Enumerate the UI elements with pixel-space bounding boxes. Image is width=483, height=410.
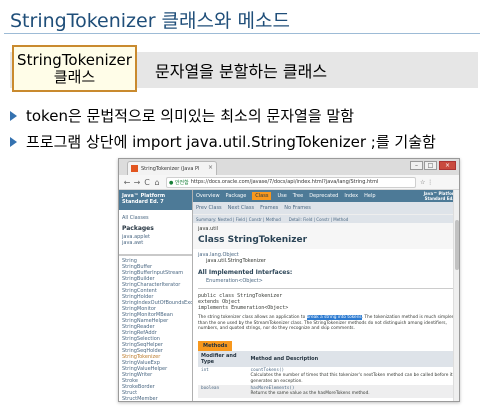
forward-arrow-icon[interactable]: → bbox=[132, 178, 142, 187]
tab-label: StringTokenizer (Java Pl bbox=[141, 165, 200, 172]
method-cell: hasMoreElements() Returns the same value … bbox=[247, 385, 456, 398]
all-classes-link[interactable]: All Classes bbox=[119, 210, 192, 221]
java-favicon-icon bbox=[131, 165, 138, 172]
url-text: https://docs.oracle.com/javase/7/docs/ap… bbox=[190, 179, 379, 185]
subnav-link[interactable]: Frames bbox=[260, 205, 278, 211]
packages-heading: Packages bbox=[122, 225, 154, 232]
table-header-row: Modifier and Type Method and Description bbox=[198, 350, 456, 367]
title-divider bbox=[4, 33, 480, 34]
javadoc-main-frame: Overview Package Class Use Tree Deprecated Ind… bbox=[193, 190, 459, 401]
class-title: Class StringTokenizer bbox=[198, 235, 308, 245]
platform-header: Java™ Platform Standard Ed. 7 bbox=[119, 190, 192, 210]
tab-bar: StringTokenizer (Java Pl × – □ × bbox=[119, 159, 459, 175]
package-name: java.util bbox=[198, 226, 218, 232]
class-header: java.util Class StringTokenizer bbox=[193, 223, 459, 249]
bullet-text: token은 문법적으로 의미있는 최소의 문자열을 말함 bbox=[26, 107, 354, 125]
topnav-use[interactable]: Use bbox=[277, 193, 286, 199]
class-declaration-line: implements Enumeration<Object> bbox=[198, 305, 289, 311]
secure-lock-label: ● 안전함 bbox=[169, 179, 189, 186]
subnav-link[interactable]: No Frames bbox=[284, 205, 311, 211]
url-field[interactable]: ● 안전함 https://docs.oracle.com/javase/7/d… bbox=[166, 176, 416, 188]
main-scrollbar[interactable] bbox=[453, 190, 459, 401]
class-list: String StringBuffer StringBufferInputStrea… bbox=[119, 256, 192, 401]
browser-window: StringTokenizer (Java Pl × – □ × ← → C ⌂… bbox=[118, 158, 460, 402]
back-arrow-icon[interactable]: ← bbox=[122, 178, 132, 187]
home-icon[interactable]: ⌂ bbox=[152, 178, 162, 187]
topnav-help[interactable]: Help bbox=[364, 193, 375, 199]
class-description: 문자열을 분할하는 클래스 bbox=[155, 62, 328, 81]
topnav-overview[interactable]: Overview bbox=[196, 193, 220, 199]
class-box-name: StringTokenizer bbox=[17, 50, 132, 69]
topnav-index[interactable]: Index bbox=[344, 193, 358, 199]
class-name-box: StringTokenizer 클래스 bbox=[12, 45, 137, 92]
bullet-import: 프로그램 상단에 import java.util.StringTokenize… bbox=[10, 131, 436, 152]
summary-detail-links[interactable]: Summary: Nested | Field | Constr | Metho… bbox=[196, 217, 281, 222]
method-summary-table: Modifier and Type Method and Description… bbox=[198, 350, 456, 398]
topnav-class[interactable]: Class bbox=[252, 192, 272, 200]
class-box-suffix: 클래스 bbox=[53, 67, 96, 86]
summary-detail-links[interactable]: Detail: Field | Constr | Method bbox=[289, 217, 349, 222]
desc-highlight: break a string into tokens bbox=[306, 315, 362, 320]
method-return-type: boolean bbox=[198, 385, 248, 398]
reload-icon[interactable]: C bbox=[142, 178, 152, 187]
topnav-deprecated[interactable]: Deprecated bbox=[309, 193, 338, 199]
method-description: Returns the same value as the hasMoreTok… bbox=[250, 391, 370, 397]
table-row: int countTokens() Calculates the number of… bbox=[198, 367, 456, 385]
address-bar: ← → C ⌂ ● 안전함 https://docs.oracle.com/ja… bbox=[119, 175, 459, 190]
window-maximize-button[interactable]: □ bbox=[424, 161, 437, 170]
top-navigation: Overview Package Class Use Tree Deprecated Ind… bbox=[193, 190, 459, 202]
class-description-text: The string tokenizer class allows an app… bbox=[198, 315, 456, 332]
window-minimize-button[interactable]: – bbox=[410, 161, 423, 170]
toolbar-menu-icon[interactable]: ☆ ⋮ bbox=[420, 179, 433, 186]
hierarchy-class: java.util.StringTokenizer bbox=[206, 258, 266, 264]
implemented-interface-link[interactable]: Enumeration<Object> bbox=[198, 278, 456, 284]
method-return-type: int bbox=[201, 367, 209, 373]
topnav-package[interactable]: Package bbox=[226, 193, 247, 199]
column-header: Modifier and Type bbox=[198, 350, 248, 367]
method-description: Calculates the number of times that this… bbox=[250, 373, 453, 384]
bullet-triangle-icon bbox=[10, 136, 17, 147]
subnav-link[interactable]: Prev Class bbox=[196, 205, 222, 211]
subnav-link[interactable]: Next Class bbox=[228, 205, 254, 211]
sub-navigation: Prev Class Next Class Frames No Frames bbox=[193, 202, 459, 214]
summary-detail-navigation: Summary: Nested | Field | Constr | Metho… bbox=[193, 214, 459, 223]
bullet-token: token은 문법적으로 의미있는 최소의 문자열을 말함 bbox=[10, 105, 354, 126]
package-link[interactable]: java.awt bbox=[119, 240, 192, 246]
desc-text: The string tokenizer class allows an app… bbox=[198, 315, 307, 320]
class-description-block: java.lang.Object java.util.StringTokeniz… bbox=[193, 249, 459, 401]
slide-title: StringTokenizer 클래스와 메소드 bbox=[10, 10, 290, 32]
table-row: boolean hasMoreElements() Returns the same… bbox=[198, 385, 456, 398]
column-header: Method and Description bbox=[247, 350, 456, 367]
window-close-button[interactable]: × bbox=[439, 161, 456, 170]
javadoc-left-frame: Java™ Platform Standard Ed. 7 All Classe… bbox=[119, 190, 193, 401]
class-link[interactable]: StructMember bbox=[122, 396, 189, 401]
implemented-interfaces-heading: All Implemented Interfaces: bbox=[198, 269, 293, 276]
topnav-tree[interactable]: Tree bbox=[293, 193, 303, 199]
method-cell: countTokens() Calculates the number of ti… bbox=[248, 367, 456, 385]
bullet-text: 프로그램 상단에 import java.util.StringTokenize… bbox=[26, 133, 436, 151]
divider bbox=[198, 288, 456, 289]
package-list: java.applet java.awt bbox=[119, 234, 192, 246]
bullet-triangle-icon bbox=[10, 110, 17, 121]
methods-tab[interactable]: Methods bbox=[198, 340, 233, 351]
platform-edition: Standard Ed. 7 bbox=[122, 199, 164, 205]
browser-tab[interactable]: StringTokenizer (Java Pl × bbox=[127, 161, 217, 175]
scrollbar-thumb[interactable] bbox=[455, 220, 459, 270]
tab-close-icon[interactable]: × bbox=[208, 164, 213, 171]
